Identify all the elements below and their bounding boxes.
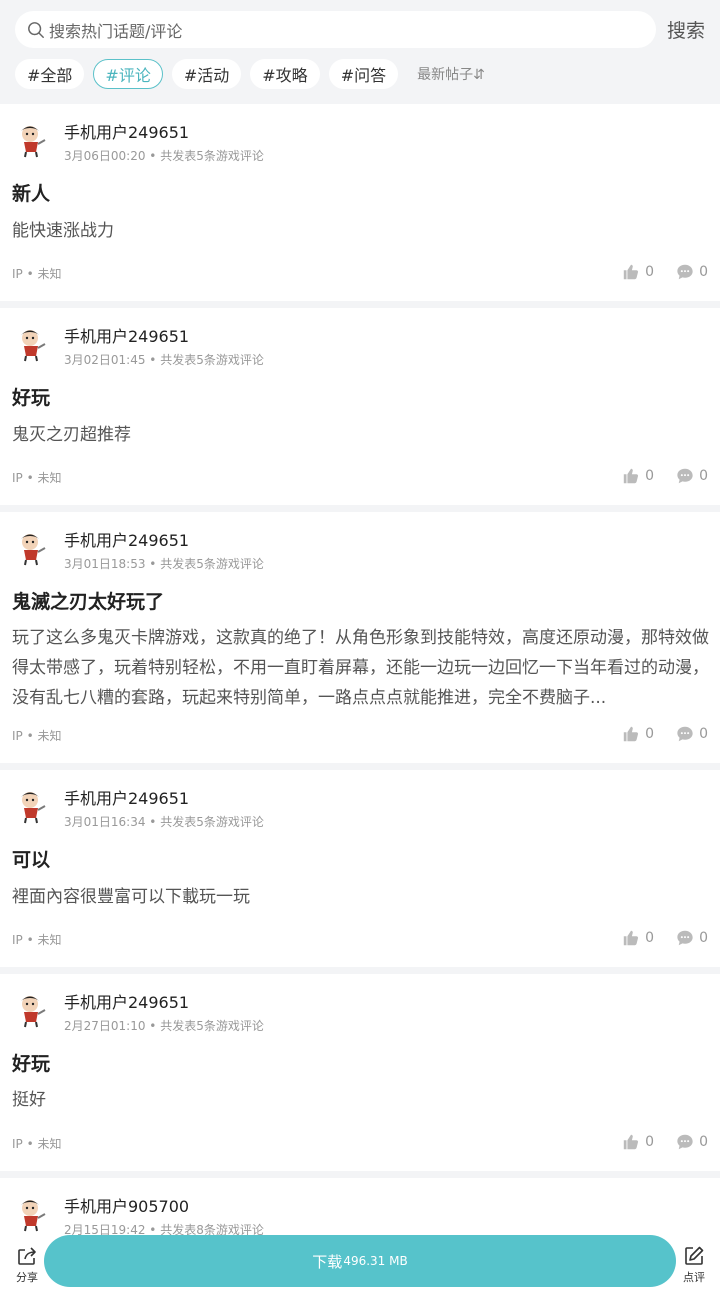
post-body: 裡面內容很豐富可以下載玩一玩 xyxy=(12,887,250,907)
post-actions: 0 0 xyxy=(600,929,708,947)
comment-icon xyxy=(677,1134,693,1150)
post-meta: 2月27日01:10 • 共发表5条游戏评论 xyxy=(64,1019,264,1033)
like-count: 0 xyxy=(645,264,655,280)
avatar[interactable] xyxy=(14,326,50,362)
post-username[interactable]: 手机用户905700 xyxy=(64,1193,189,1217)
comment-icon xyxy=(677,930,693,946)
post-card[interactable]: 手机用户249651 3月01日16:34 • 共发表5条游戏评论 可以 裡面內… xyxy=(0,770,720,967)
like-button[interactable]: 0 xyxy=(622,263,654,281)
post-username[interactable]: 手机用户249651 xyxy=(64,527,189,551)
comment-count: 0 xyxy=(699,468,708,484)
post-body: 鬼灭之刃超推荐 xyxy=(12,425,131,445)
post-meta: 3月06日00:20 • 共发表5条游戏评论 xyxy=(64,149,264,163)
post-body: 挺好 xyxy=(12,1090,46,1110)
post-username[interactable]: 手机用户249651 xyxy=(64,119,189,143)
comment-button[interactable]: 0 xyxy=(676,263,708,281)
search-input[interactable]: 搜索热门话题/评论 xyxy=(15,11,656,48)
like-button[interactable]: 0 xyxy=(622,725,654,743)
thumbs-up-icon xyxy=(623,930,639,946)
tag-qa[interactable]: #问答 xyxy=(328,59,399,89)
post-card[interactable]: 手机用户249651 3月06日00:20 • 共发表5条游戏评论 新人 能快速… xyxy=(0,104,720,301)
review-label: 点评 xyxy=(683,1271,705,1284)
comment-count: 0 xyxy=(699,264,708,280)
post-title: 好玩 xyxy=(12,387,51,409)
download-button[interactable]: 下载 496.31 MB xyxy=(44,1235,676,1287)
post-title: 鬼滅之刃太好玩了 xyxy=(12,591,165,613)
avatar[interactable] xyxy=(14,122,50,158)
search-icon xyxy=(28,21,44,38)
comment-icon xyxy=(677,468,693,484)
post-meta: 3月01日18:53 • 共发表5条游戏评论 xyxy=(64,557,264,571)
share-icon xyxy=(18,1247,36,1265)
post-actions: 0 0 xyxy=(600,263,708,281)
post-ip: IP • 未知 xyxy=(12,933,62,947)
like-count: 0 xyxy=(645,930,655,946)
comment-button[interactable]: 0 xyxy=(676,1133,708,1151)
avatar[interactable] xyxy=(14,1196,50,1232)
share-label: 分享 xyxy=(16,1271,38,1284)
post-body: 玩了这么多鬼灭卡牌游戏，这款真的绝了！从角色形象到技能特效，高度还原动漫，那特效… xyxy=(12,628,709,708)
post-actions: 0 0 xyxy=(600,467,708,485)
search-placeholder: 搜索热门话题/评论 xyxy=(49,21,183,41)
thumbs-up-icon xyxy=(623,468,639,484)
edit-icon xyxy=(685,1246,704,1265)
post-meta: 3月02日01:45 • 共发表5条游戏评论 xyxy=(64,353,264,367)
download-size: 496.31 MB xyxy=(343,1254,408,1268)
search-button[interactable]: 搜索 xyxy=(667,16,705,43)
avatar[interactable] xyxy=(14,788,50,824)
thumbs-up-icon xyxy=(623,264,639,280)
comment-button[interactable]: 0 xyxy=(676,929,708,947)
share-button[interactable]: 分享 xyxy=(10,1245,44,1285)
tag-all[interactable]: #全部 xyxy=(15,59,85,89)
post-ip: IP • 未知 xyxy=(12,471,62,485)
tag-review[interactable]: #评论 xyxy=(93,59,163,89)
avatar[interactable] xyxy=(14,530,50,566)
thumbs-up-icon xyxy=(623,726,639,742)
post-ip: IP • 未知 xyxy=(12,729,62,743)
comment-button[interactable]: 0 xyxy=(676,725,708,743)
post-meta: 3月01日16:34 • 共发表5条游戏评论 xyxy=(64,815,264,829)
comment-count: 0 xyxy=(699,930,708,946)
post-card[interactable]: 手机用户249651 3月01日18:53 • 共发表5条游戏评论 鬼滅之刃太好… xyxy=(0,512,720,763)
tag-guide[interactable]: #攻略 xyxy=(250,59,320,89)
post-title: 好玩 xyxy=(12,1053,51,1075)
like-button[interactable]: 0 xyxy=(622,1133,654,1151)
comment-count: 0 xyxy=(699,1134,708,1150)
like-button[interactable]: 0 xyxy=(622,929,654,947)
comment-count: 0 xyxy=(699,726,708,742)
like-count: 0 xyxy=(645,1134,655,1150)
header: 搜索热门话题/评论 搜索 #全部 #评论 #活动 #攻略 #问答 最新帖子⇵ xyxy=(0,0,720,104)
post-actions: 0 0 xyxy=(600,725,708,743)
post-username[interactable]: 手机用户249651 xyxy=(64,785,189,809)
like-count: 0 xyxy=(645,726,655,742)
post-actions: 0 0 xyxy=(600,1133,708,1151)
bottom-action-bar: 分享 下载 496.31 MB 点评 xyxy=(0,1233,720,1293)
like-count: 0 xyxy=(645,468,655,484)
tag-activity[interactable]: #活动 xyxy=(171,59,242,89)
comment-icon xyxy=(677,264,693,280)
post-title: 新人 xyxy=(12,183,51,205)
tag-filter-bar: #全部 #评论 #活动 #攻略 #问答 最新帖子⇵ xyxy=(15,59,485,89)
review-button[interactable]: 点评 xyxy=(678,1245,710,1285)
post-ip: IP • 未知 xyxy=(12,1137,62,1151)
post-username[interactable]: 手机用户249651 xyxy=(64,989,189,1013)
post-card[interactable]: 手机用户249651 2月27日01:10 • 共发表5条游戏评论 好玩 挺好 … xyxy=(0,974,720,1171)
thumbs-up-icon xyxy=(623,1134,639,1150)
avatar[interactable] xyxy=(14,992,50,1028)
post-card[interactable]: 手机用户249651 3月02日01:45 • 共发表5条游戏评论 好玩 鬼灭之… xyxy=(0,308,720,505)
post-username[interactable]: 手机用户249651 xyxy=(64,323,189,347)
post-body: 能快速涨战力 xyxy=(12,221,114,241)
post-ip: IP • 未知 xyxy=(12,267,62,281)
download-label: 下载 xyxy=(312,1252,343,1271)
post-title: 可以 xyxy=(12,849,51,871)
comment-icon xyxy=(677,726,693,742)
comment-button[interactable]: 0 xyxy=(676,467,708,485)
sort-toggle[interactable]: 最新帖子⇵ xyxy=(417,64,485,84)
like-button[interactable]: 0 xyxy=(622,467,654,485)
post-feed: 手机用户249651 3月06日00:20 • 共发表5条游戏评论 新人 能快速… xyxy=(0,104,720,1293)
